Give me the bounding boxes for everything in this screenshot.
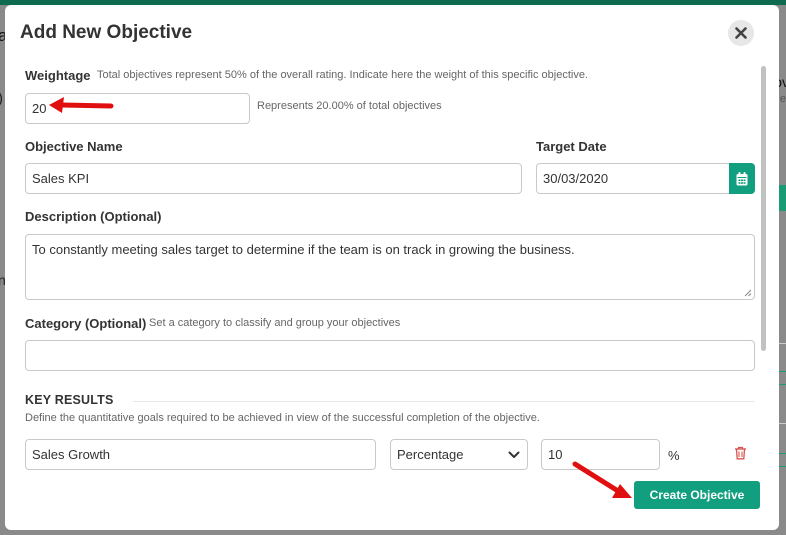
annotation-arrow-icon (49, 97, 114, 113)
description-value: To constantly meeting sales target to de… (32, 242, 575, 257)
close-icon (735, 27, 747, 39)
background-divider (778, 423, 786, 424)
key-result-type-select[interactable]: Percentage (390, 439, 528, 470)
modal-title: Add New Objective (20, 22, 193, 43)
key-results-title: KEY RESULTS (25, 393, 114, 407)
target-date-label: Target Date (536, 139, 607, 154)
background-text-fragment: ) (0, 90, 3, 107)
objective-name-value: Sales KPI (32, 171, 90, 186)
key-result-target-value: 10 (548, 447, 563, 462)
chevron-down-icon (508, 451, 520, 458)
category-label: Category (Optional) (25, 316, 147, 331)
scrollbar-thumb[interactable] (761, 66, 766, 351)
key-result-name-input[interactable]: Sales Growth (25, 439, 376, 470)
description-textarea[interactable]: To constantly meeting sales target to de… (25, 234, 755, 300)
category-hint: Set a category to classify and group you… (149, 317, 401, 329)
calendar-button[interactable] (729, 163, 755, 194)
objective-name-label: Objective Name (25, 139, 123, 154)
key-results-description: Define the quantitative goals required t… (25, 412, 540, 424)
background-text-fragment: e (779, 93, 786, 105)
add-objective-modal: Add New Objective Weightage Total object… (5, 5, 779, 530)
weightage-label: Weightage (25, 68, 91, 83)
target-date-input[interactable]: 30/03/2020 (536, 163, 730, 194)
background-icon-fragment (778, 371, 786, 385)
key-result-name-value: Sales Growth (32, 447, 111, 462)
background-button-fragment (778, 185, 786, 211)
trash-icon[interactable] (734, 446, 747, 460)
create-objective-button[interactable]: Create Objective (634, 481, 760, 509)
background-divider (778, 343, 786, 344)
objective-name-input[interactable]: Sales KPI (25, 163, 522, 194)
key-results-divider (133, 401, 754, 402)
target-date-value: 30/03/2020 (543, 171, 609, 186)
key-result-type-value: Percentage (397, 447, 464, 462)
weightage-note: Represents 20.00% of total objectives (257, 100, 442, 112)
resize-grip-icon[interactable] (744, 289, 752, 297)
description-label: Description (Optional) (25, 209, 162, 224)
calendar-icon (736, 171, 748, 185)
annotation-arrow-icon (572, 461, 632, 498)
close-button[interactable] (728, 20, 754, 46)
category-input[interactable] (25, 340, 755, 371)
background-icon-fragment (778, 453, 786, 467)
key-result-unit: % (668, 448, 680, 463)
weightage-hint: Total objectives represent 50% of the ov… (97, 69, 588, 81)
